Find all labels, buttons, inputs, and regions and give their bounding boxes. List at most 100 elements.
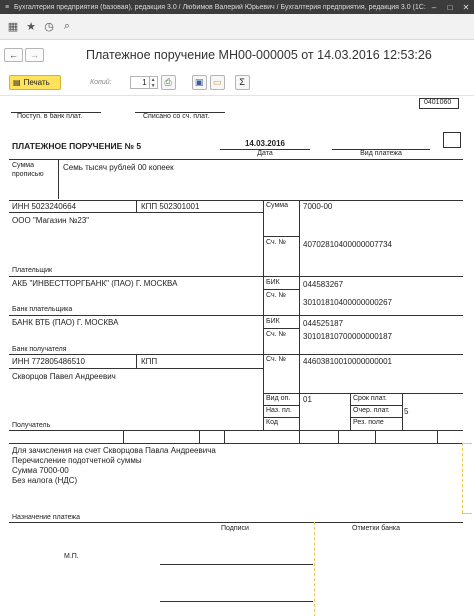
payer-bik-label: БИК	[266, 279, 280, 286]
term-label: Срок плат.	[353, 395, 387, 402]
stamp-label: М.П.	[64, 553, 79, 560]
grid-line	[224, 430, 225, 443]
payer-label: Плательщик	[12, 267, 53, 274]
divider	[58, 159, 59, 199]
payee-account: 44603810010000000001	[303, 357, 392, 366]
apps-grid-icon[interactable]: ▦	[4, 20, 22, 33]
grid-line	[263, 289, 299, 290]
order-label: Очер. плат.	[353, 407, 390, 414]
forward-button[interactable]: →	[25, 48, 44, 62]
copies-stepper[interactable]: ▲ ▼	[149, 75, 158, 89]
window-title: Бухгалтерия предприятия (базовая), редак…	[14, 3, 426, 11]
payer-corr-account: 30101810400000000267	[303, 298, 392, 307]
grid-line	[350, 405, 402, 406]
payee-kpp: КПП	[141, 357, 158, 366]
grid-line	[9, 212, 263, 213]
date-label: Дата	[257, 150, 273, 157]
op-type-value: 01	[303, 395, 312, 404]
payer-account: 40702810400000007734	[303, 240, 392, 249]
grid-line	[402, 393, 403, 430]
payee-bank-label: Банк получателя	[12, 346, 67, 353]
grid-line	[263, 405, 299, 406]
form-code: 0401060	[424, 99, 452, 106]
payee-bik: 044525187	[303, 319, 344, 328]
purpose-line-2: Перечисление подотчетной суммы	[12, 456, 142, 465]
purpose-label: Назначение платежа	[12, 514, 80, 521]
payee-account-label: Сч. №	[266, 356, 287, 363]
grid-line	[9, 368, 263, 369]
back-button[interactable]: ←	[4, 48, 23, 62]
grid-line	[136, 200, 137, 212]
reserve-label: Рез. поле	[353, 419, 384, 426]
signatures-label: Подписи	[221, 525, 249, 532]
folder-icon[interactable]: ▭	[209, 74, 225, 90]
grid-line	[9, 430, 463, 431]
grid-line	[9, 315, 463, 316]
signature-line-2	[160, 601, 313, 602]
minimize-icon[interactable]: –	[426, 3, 442, 12]
account-label: Сч. №	[266, 239, 287, 246]
page-boundary	[462, 443, 463, 513]
grid-line	[263, 328, 299, 329]
history-clock-icon[interactable]: ◷	[40, 20, 58, 33]
grid-line	[123, 430, 124, 443]
received-label: Поступ. в банк плат.	[17, 113, 83, 120]
printer-icon: ▤	[13, 77, 21, 87]
payee-bank: БАНК ВТБ (ПАО) Г. МОСКВА	[12, 318, 119, 327]
search-icon[interactable]: ⌕	[58, 20, 76, 33]
grid-line	[437, 430, 438, 443]
grid-line	[263, 200, 264, 430]
top-navigation: ▦ ★ ◷ ⌕	[0, 14, 474, 40]
document-header: ← → Платежное поручение МН00-000005 от 1…	[0, 41, 474, 69]
sum-words-label-2: прописью	[12, 171, 44, 178]
order-title: ПЛАТЕЖНОЕ ПОРУЧЕНИЕ № 5	[12, 141, 142, 151]
purpose-line-3: Сумма 7000-00	[12, 466, 69, 475]
window-titlebar: ≡ Бухгалтерия предприятия (базовая), ред…	[0, 0, 474, 14]
payee-corr-account-label: Сч. №	[266, 331, 287, 338]
payment-type-label: Вид платежа	[360, 150, 402, 157]
grid-line	[136, 354, 137, 368]
payer-name: ООО "Магазин №23"	[12, 216, 90, 225]
favorites-star-icon[interactable]: ★	[22, 20, 40, 33]
print-preview-icon[interactable]: ⎙	[160, 74, 176, 90]
print-button[interactable]: ▤ Печать	[9, 74, 61, 90]
payer-bank-label: Банк плательщика	[12, 306, 73, 313]
grid-line	[9, 354, 463, 355]
grid-line	[263, 417, 299, 418]
grid-line	[9, 200, 463, 201]
op-type-label: Вид оп.	[266, 395, 291, 402]
grid-line	[299, 430, 300, 443]
purpose-line-1: Для зачисления на счет Скворцова Павла А…	[12, 446, 216, 455]
grid-line	[299, 200, 300, 430]
grid-line	[263, 393, 463, 394]
payee-inn: ИНН 772805486510	[12, 357, 85, 366]
payee-label: Получатель	[12, 422, 51, 429]
order-value: 5	[404, 407, 409, 416]
app-logo-icon: ≡	[4, 3, 10, 11]
copies-label: Копий:	[90, 78, 112, 86]
page-title: Платежное поручение МН00-000005 от 14.03…	[86, 48, 432, 62]
sum-button[interactable]: Σ	[234, 74, 250, 90]
save-icon[interactable]: ▣	[191, 74, 207, 90]
print-button-label: Печать	[23, 77, 50, 87]
code-label: Код	[266, 419, 278, 426]
grid-line	[350, 393, 351, 430]
grid-line	[9, 443, 463, 444]
sum-words-label: Сумма	[12, 162, 34, 169]
grid-line	[9, 276, 463, 277]
payer-corr-account-label: Сч. №	[266, 292, 287, 299]
bank-marks-label: Отметки банка	[352, 525, 400, 532]
page-boundary	[462, 443, 472, 444]
payment-order-form: 0401060 Поступ. в банк плат. Списано со …	[0, 95, 474, 616]
maximize-icon[interactable]: □	[442, 3, 458, 12]
payee-bik-label: БИК	[266, 318, 280, 325]
grid-line	[263, 236, 299, 237]
copies-input[interactable]: 1	[129, 75, 150, 89]
payee-corr-account: 30101810700000000187	[303, 332, 392, 341]
close-icon[interactable]: ✕	[458, 3, 474, 12]
debited-label: Списано со сч. плат.	[143, 113, 210, 120]
grid-line	[9, 159, 463, 160]
grid-line	[350, 417, 402, 418]
grid-line	[199, 430, 200, 443]
grid-line	[9, 522, 463, 523]
